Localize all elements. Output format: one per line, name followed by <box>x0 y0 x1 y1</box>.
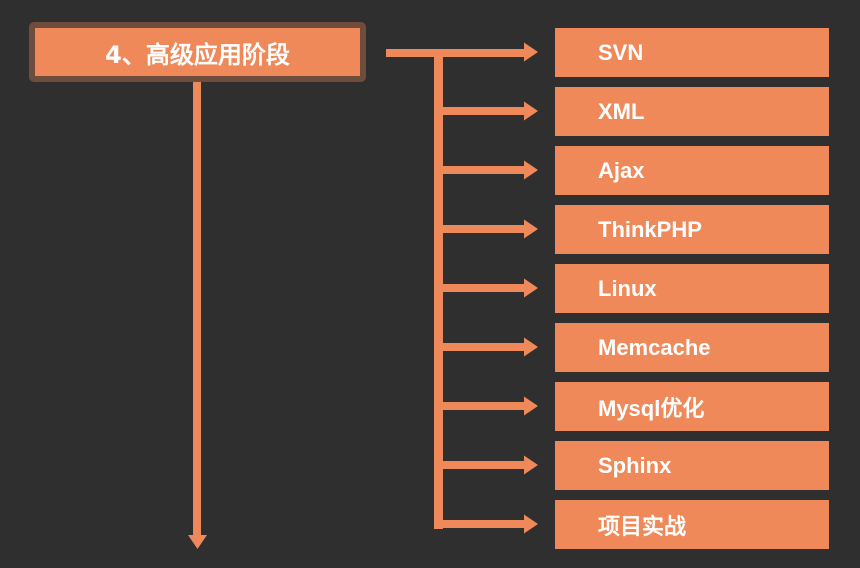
branch-arrow-head <box>524 278 538 298</box>
branch-arrow-head <box>524 101 538 121</box>
topic-label: SVN <box>598 39 644 65</box>
topic-label: Linux <box>598 275 657 301</box>
branch-arrow-shaft <box>443 225 528 233</box>
topic-box: Memcache <box>555 323 829 372</box>
title-to-branch-line <box>386 49 528 57</box>
branch-arrow-shaft <box>443 461 528 469</box>
topic-box: SVN <box>555 28 829 77</box>
down-arrow-head <box>188 535 207 549</box>
topic-box: Ajax <box>555 146 829 195</box>
branch-arrow-head <box>524 160 538 180</box>
topic-box: Sphinx <box>555 441 829 490</box>
branch-arrow-shaft <box>443 284 528 292</box>
branch-arrow-shaft <box>443 520 528 528</box>
branch-arrow-head <box>524 337 538 357</box>
topic-label: ThinkPHP <box>598 216 702 242</box>
topic-label: XML <box>598 98 645 124</box>
topic-label: Ajax <box>598 157 645 183</box>
topic-label: Mysql优化 <box>598 395 705 421</box>
topic-box: Linux <box>555 264 829 313</box>
topic-label: Memcache <box>598 334 711 360</box>
branch-arrow-shaft <box>443 166 528 174</box>
branch-bus-line <box>434 49 443 529</box>
stage-title: 4、高级应用阶段 <box>105 40 290 69</box>
topic-label: 项目实战 <box>598 513 687 539</box>
branch-arrow-shaft <box>443 343 528 351</box>
topic-box: 项目实战 <box>555 500 829 549</box>
branch-arrow-shaft <box>443 402 528 410</box>
branch-arrow-head <box>524 42 538 62</box>
branch-arrow-shaft <box>443 107 528 115</box>
topic-label: Sphinx <box>598 452 672 478</box>
branch-arrow-head <box>524 396 538 416</box>
branch-arrow-head <box>524 219 538 239</box>
topic-box: XML <box>555 87 829 136</box>
branch-arrow-head <box>524 514 538 534</box>
topic-box: Mysql优化 <box>555 382 829 431</box>
branch-arrow-head <box>524 455 538 475</box>
stage-title-box: 4、高级应用阶段 <box>29 22 366 82</box>
down-arrow-shaft <box>193 82 201 537</box>
topic-box: ThinkPHP <box>555 205 829 254</box>
